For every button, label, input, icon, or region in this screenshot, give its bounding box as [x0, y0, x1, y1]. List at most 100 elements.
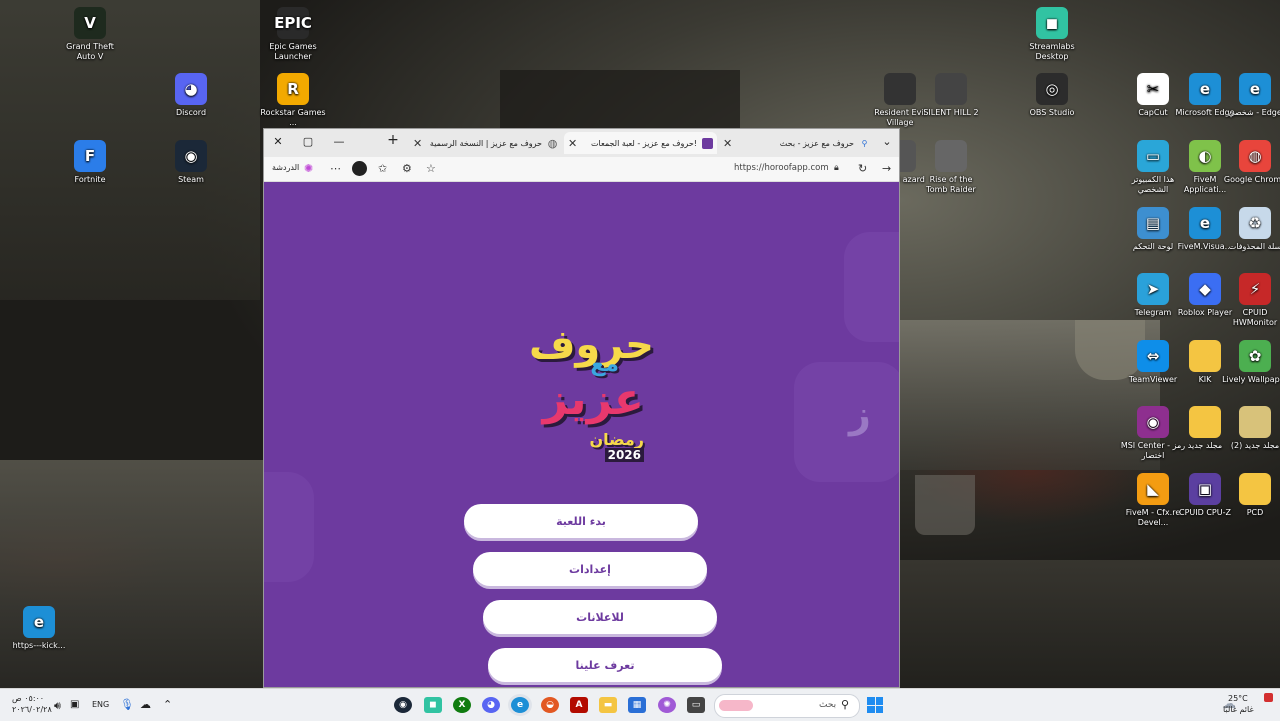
- refresh-icon[interactable]: ↻: [858, 162, 867, 175]
- search-favicon-icon: ⚲: [861, 138, 868, 148]
- tab-list-chevron-icon[interactable]: ⌄: [879, 135, 895, 148]
- desktop-icon[interactable]: ◕ Discord: [158, 73, 224, 118]
- game-logo: حروف مع عزيز رمضان 2026: [494, 322, 664, 482]
- lively-icon: ✿: [1239, 340, 1271, 372]
- clock-date: ٢٠٢٦/٠٢/٢٨: [12, 705, 52, 714]
- forward-icon[interactable]: →: [882, 162, 891, 175]
- desktop-icon[interactable]: PCD: [1222, 473, 1280, 518]
- desktop-icon[interactable]: F Fortnite: [57, 140, 123, 185]
- taskbar: ٠٥:٠٠ ص ٢٠٢٦/٠٢/٢٨ 🔊︎ ▣ ENG 🎙︎ ☁ ⌃ ◉ ◼ X…: [0, 688, 1280, 721]
- ads-button[interactable]: للاعلانات: [483, 600, 717, 634]
- xbox-taskbar-icon[interactable]: X: [453, 697, 471, 713]
- desktop-icon-label: Rockstar Games ...: [260, 108, 326, 127]
- search-placeholder: بحث: [819, 700, 837, 710]
- desktop-icon[interactable]: e شخصي - Edge: [1222, 73, 1280, 118]
- show-hidden-chevron-icon[interactable]: ⌃: [163, 698, 172, 711]
- steam-taskbar-icon[interactable]: ◉: [394, 697, 412, 713]
- bookmark-star-icon[interactable]: ☆: [426, 162, 436, 175]
- desktop-icon[interactable]: V Grand Theft Auto V: [57, 7, 123, 62]
- chat-label[interactable]: الدردشة: [272, 163, 299, 172]
- extensions-icon[interactable]: ⚙: [402, 162, 412, 175]
- settings-button[interactable]: إعدادات: [473, 552, 707, 586]
- url-field[interactable]: https://horoofapp.com: [734, 163, 829, 173]
- rockstar-icon: R: [277, 73, 309, 105]
- bg-hexagon: [844, 232, 899, 342]
- edge-taskbar-icon[interactable]: e: [511, 697, 529, 713]
- desktop-icon-label: OBS Studio: [1029, 108, 1075, 117]
- tab-label: حروف مع عزيز | النسخة الرسمية: [429, 138, 542, 148]
- desktop-icon-label: CPUID HWMonitor: [1232, 308, 1278, 327]
- desktop: V Grand Theft Auto V EPIC Epic Games Launch…: [0, 0, 1280, 688]
- desktop-icon[interactable]: ◉ Steam: [158, 140, 224, 185]
- network-icon[interactable]: ▣: [70, 699, 79, 710]
- clock[interactable]: ٠٥:٠٠ ص ٢٠٢٦/٠٢/٢٨: [12, 693, 52, 715]
- start-button[interactable]: [867, 697, 883, 713]
- tab-label: حروف مع عزيز - بحث: [779, 138, 854, 148]
- desktop-icon-label: https---kick...: [12, 641, 66, 650]
- copilot-taskbar-icon[interactable]: ✺: [658, 697, 676, 713]
- new-tab-button[interactable]: +: [385, 132, 401, 148]
- cpuz-icon: ▣: [1189, 473, 1221, 505]
- windows-logo-icon: [875, 697, 883, 705]
- tab-label: حروف مع عزيز - لعبة الجمعات!: [591, 138, 697, 148]
- onedrive-icon[interactable]: ☁: [140, 698, 151, 711]
- folder-new-icon: [1189, 406, 1221, 438]
- search-icon: ⚲: [841, 698, 850, 711]
- tab-search[interactable]: ✕ حروف مع عزيز - بحث ⚲: [719, 132, 874, 154]
- close-tab-icon[interactable]: ✕: [413, 137, 422, 150]
- store-taskbar-icon[interactable]: ▦: [628, 697, 646, 713]
- wallpaper-floor: [900, 560, 1280, 688]
- desktop-icon[interactable]: ◎ OBS Studio: [1019, 73, 1085, 118]
- search-box[interactable]: بحث ⚲: [714, 694, 860, 718]
- tab-official-version[interactable]: ✕ حروف مع عزيز | النسخة الرسمية ◍: [407, 132, 562, 154]
- streamlabs-taskbar-icon[interactable]: ◼: [424, 697, 442, 713]
- desktop-icon[interactable]: Rise of the Tomb Raider: [918, 140, 984, 195]
- desktop-icon[interactable]: EPIC Epic Games Launcher: [260, 7, 326, 62]
- address-bar: الدردشة ✺ ⋯ ✩ ⚙ ☆ https://horoofapp.com …: [264, 157, 899, 182]
- desktop-icon-label: مجلد جديد (2): [1230, 441, 1280, 450]
- hwmonitor-icon: ⚡: [1239, 273, 1271, 305]
- volume-icon[interactable]: 🔊︎: [54, 699, 61, 713]
- desktop-icon[interactable]: R Rockstar Games ...: [260, 73, 326, 128]
- notification-badge: [1264, 693, 1273, 702]
- close-window-button[interactable]: ✕: [270, 135, 286, 148]
- microphone-icon[interactable]: 🎙︎: [120, 698, 134, 711]
- lock-icon: 🔒︎: [834, 163, 839, 173]
- tab-strip: ✕ ▢ — + ✕ حروف مع عزيز | النسخة الرسمية …: [264, 129, 899, 157]
- folder-kik-icon: [1189, 340, 1221, 372]
- profile-avatar[interactable]: [352, 161, 367, 176]
- discord-taskbar-icon[interactable]: ◕: [482, 697, 500, 713]
- more-menu-icon[interactable]: ⋯: [330, 162, 341, 175]
- telegram-icon: ➤: [1137, 273, 1169, 305]
- desktop-icon[interactable]: SILENT HILL 2: [918, 73, 984, 118]
- minimize-window-button[interactable]: —: [331, 135, 347, 148]
- maximize-window-button[interactable]: ▢: [300, 135, 316, 148]
- start-game-button[interactable]: بدء اللعبة: [464, 504, 698, 538]
- about-us-button[interactable]: تعرف علينا: [488, 648, 722, 682]
- epic-games-icon: EPIC: [274, 7, 312, 39]
- file-explorer-taskbar-icon[interactable]: ▬: [599, 697, 617, 713]
- desktop-icon-label: Google Chrome: [1223, 175, 1280, 184]
- tab-game[interactable]: ✕ حروف مع عزيز - لعبة الجمعات!: [564, 132, 717, 154]
- favorites-icon[interactable]: ✩: [378, 162, 387, 175]
- desktop-icon-label: Lively Wallpaper: [1222, 375, 1280, 384]
- desktop-icon[interactable]: ⚡ CPUID HWMonitor: [1222, 273, 1280, 328]
- desktop-icon-label: Grand Theft Auto V: [66, 42, 114, 61]
- bg-hexagon-letter: ز: [849, 392, 871, 436]
- brave-taskbar-icon[interactable]: ◒: [541, 697, 559, 713]
- desktop-icon[interactable]: ✿ Lively Wallpaper: [1222, 340, 1280, 385]
- language-indicator[interactable]: ENG: [92, 700, 109, 709]
- windows-logo-icon: [867, 697, 875, 705]
- weather-widget[interactable]: ☁ 25°C غائم غالبًا: [1220, 693, 1273, 717]
- copilot-icon[interactable]: ✺: [304, 162, 313, 175]
- desktop-icon[interactable]: ◍ Google Chrome: [1222, 140, 1280, 185]
- close-tab-icon[interactable]: ✕: [568, 137, 577, 150]
- desktop-icon[interactable]: e https---kick...: [6, 606, 72, 651]
- window-taskbar-icon[interactable]: ▭: [687, 697, 705, 713]
- close-tab-icon[interactable]: ✕: [723, 137, 732, 150]
- desktop-icon[interactable]: ♻ سلة المحذوفات: [1222, 207, 1280, 252]
- adobe-taskbar-icon[interactable]: A: [570, 697, 588, 713]
- desktop-icon[interactable]: مجلد جديد (2): [1222, 406, 1280, 451]
- desktop-icon[interactable]: ◼ Streamlabs Desktop: [1019, 7, 1085, 62]
- tomb-raider-icon: [935, 140, 967, 172]
